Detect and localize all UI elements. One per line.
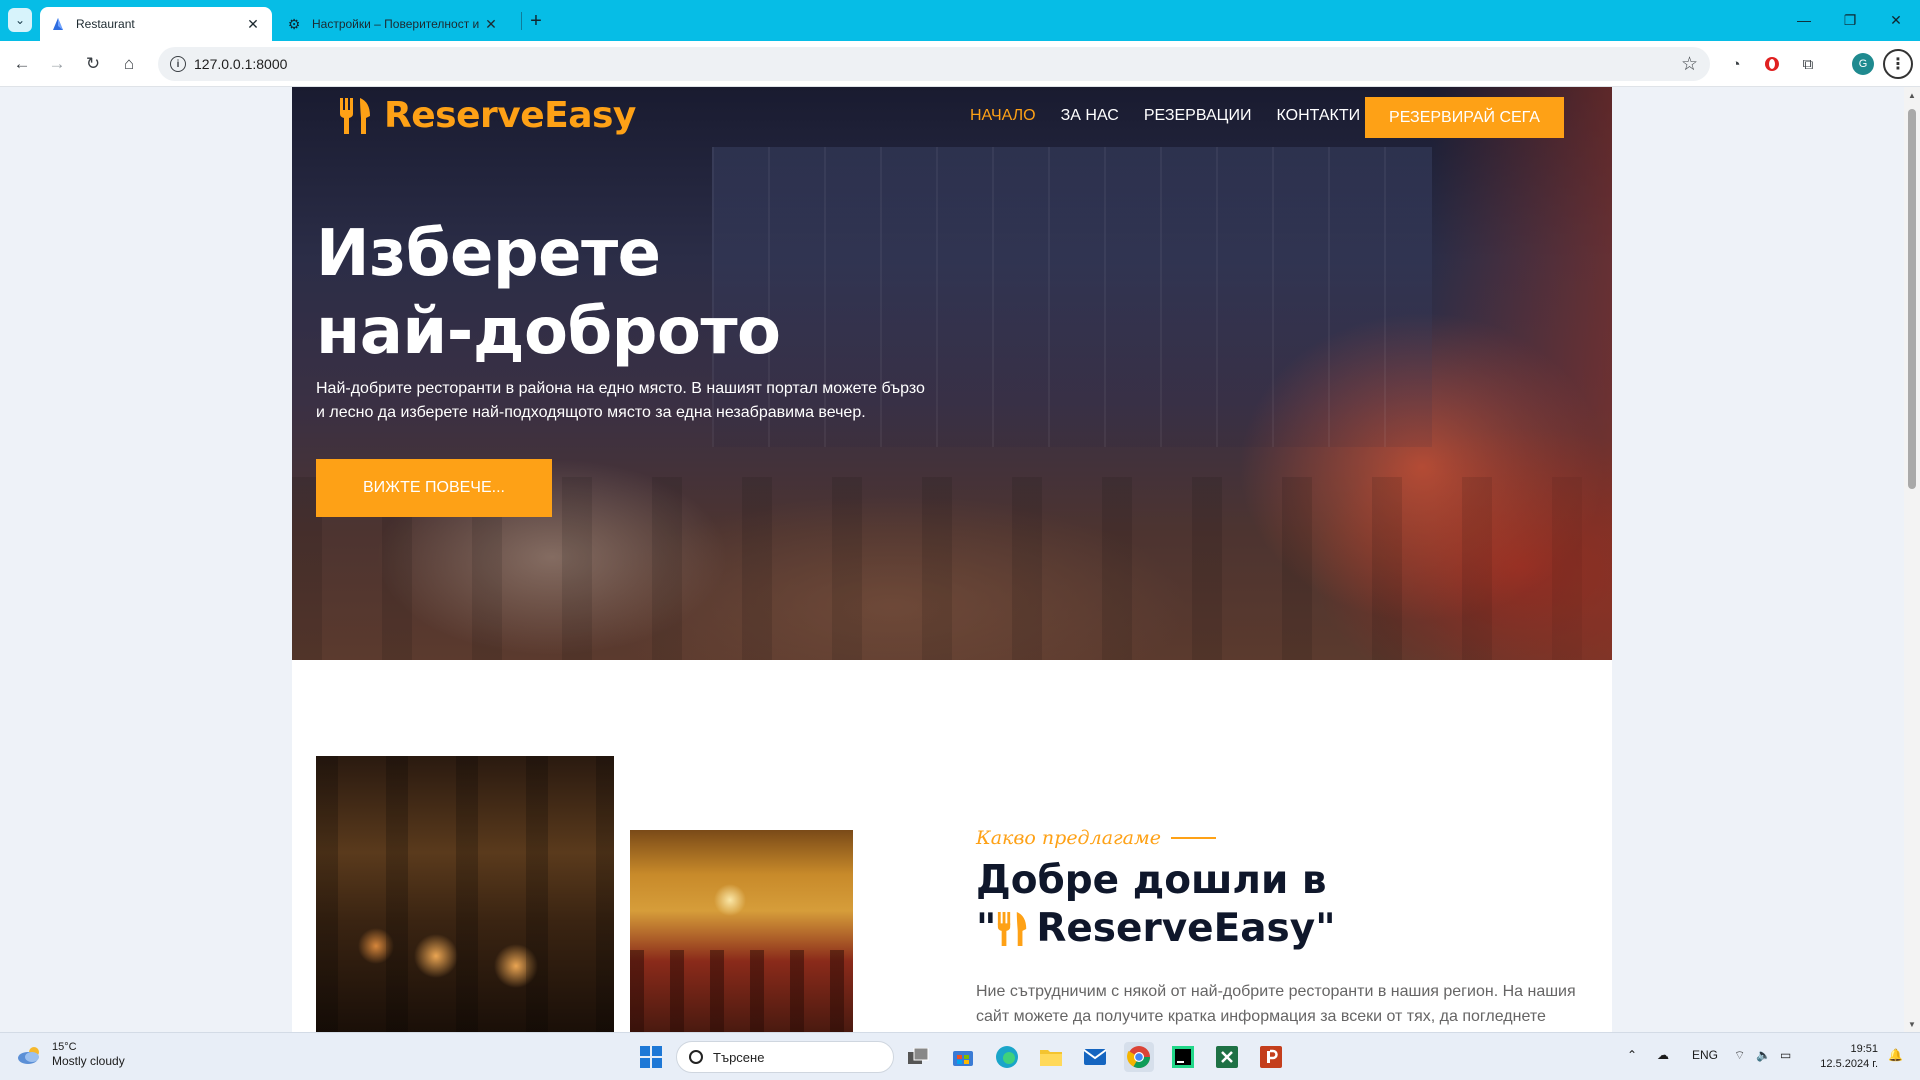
notifications-bell-icon[interactable]: 🔔 (1888, 1048, 1903, 1062)
excel-icon[interactable] (1212, 1042, 1242, 1072)
taskbar-clock[interactable]: 19:51 12.5.2024 г. (1808, 1042, 1878, 1072)
site-info-icon[interactable]: i (170, 56, 186, 72)
extension-shield-icon[interactable] (1760, 52, 1784, 76)
nav-home-link[interactable]: НАЧАЛО (970, 107, 1036, 125)
browser-tab-bar: ⌄ Restaurant ✕ ⚙ Настройки – Поверително… (0, 0, 1920, 41)
language-indicator[interactable]: ENG (1692, 1048, 1718, 1062)
weather-temperature: 15°C (52, 1041, 77, 1053)
mail-icon[interactable] (1080, 1042, 1110, 1072)
taskbar-search-placeholder: Търсене (713, 1049, 765, 1065)
tab-restaurant[interactable]: Restaurant ✕ (40, 7, 272, 41)
restore-icon[interactable]: ❐ (1840, 10, 1860, 30)
home-icon[interactable]: ⌂ (117, 52, 141, 76)
forward-icon[interactable]: → (45, 52, 69, 76)
wifi-icon[interactable]: ⌔ (1734, 1048, 1745, 1063)
scroll-down-icon[interactable]: ▼ (1907, 1019, 1917, 1029)
edge-browser-icon[interactable] (992, 1042, 1022, 1072)
weather-widget[interactable]: 15°C Mostly cloudy (16, 1041, 125, 1068)
windows-taskbar: 15°C Mostly cloudy Търсене ⌃ ☁ ENG ⌔ 🔈 ▭ (0, 1032, 1920, 1080)
new-tab-button[interactable]: + (524, 9, 548, 33)
site-logo[interactable]: ReserveEasy (338, 95, 636, 136)
nav-contacts-link[interactable]: КОНТАКТИ (1276, 107, 1360, 125)
chrome-icon[interactable] (1124, 1042, 1154, 1072)
tab-title: Настройки – Поверителност и (312, 17, 480, 31)
extensions-puzzle-icon[interactable]: ⧉ (1796, 52, 1820, 76)
windows-start-icon[interactable] (636, 1042, 666, 1072)
quote-open: " (976, 906, 997, 951)
page-viewport: ReserveEasy НАЧАЛО ЗА НАС РЕЗЕРВАЦИИ КОН… (0, 87, 1904, 1032)
back-icon[interactable]: ← (10, 52, 34, 76)
url-text: 127.0.0.1:8000 (194, 56, 288, 72)
tab-separator (521, 12, 522, 30)
close-tab-icon[interactable]: ✕ (244, 15, 262, 33)
cloudy-weather-icon (16, 1045, 44, 1065)
tab-search-menu-button[interactable]: ⌄ (8, 8, 32, 32)
about-title-line1: Добре дошли в (976, 858, 1327, 903)
hero-background-glow (1432, 87, 1612, 660)
search-icon (689, 1050, 703, 1064)
battery-icon[interactable]: ▭ (1780, 1048, 1791, 1062)
about-brand-name: ReserveEasy (1036, 906, 1316, 951)
volume-icon[interactable]: 🔈 (1756, 1048, 1771, 1062)
brand-name: ReserveEasy (384, 95, 636, 136)
taskbar-search[interactable]: Търсене (676, 1041, 894, 1073)
section-kicker: Какво предлагаме (976, 827, 1216, 849)
browser-menu-icon[interactable]: ⋮ (1883, 49, 1913, 79)
nav-reservations-link[interactable]: РЕЗЕРВАЦИИ (1144, 107, 1252, 125)
book-now-button[interactable]: РЕЗЕРВИРАЙ СЕГА (1365, 97, 1564, 138)
microsoft-store-icon[interactable] (948, 1042, 978, 1072)
restaurant-interior-image-2 (630, 830, 853, 1032)
scroll-up-icon[interactable]: ▲ (1907, 90, 1917, 100)
clock-date: 12.5.2024 г. (1820, 1058, 1878, 1070)
close-window-icon[interactable]: ✕ (1886, 10, 1906, 30)
site-favicon-icon (50, 16, 66, 32)
section-kicker-text: Какво предлагаме (976, 827, 1161, 849)
about-title: Добре дошли в " ReserveEasy " (976, 857, 1536, 953)
profile-avatar[interactable]: G (1852, 53, 1874, 75)
gear-icon: ⚙ (287, 15, 301, 32)
see-more-button[interactable]: ВИЖТЕ ПОВЕЧЕ... (316, 459, 552, 517)
powerpoint-icon[interactable] (1256, 1042, 1286, 1072)
performance-icon[interactable]: ◔ (1724, 52, 1748, 76)
clock-time: 19:51 (1850, 1043, 1878, 1055)
hero-title-line1: Изберете (316, 217, 661, 291)
hero-title-line2: най-доброто (316, 295, 781, 369)
main-nav: НАЧАЛО ЗА НАС РЕЗЕРВАЦИИ КОНТАКТИ (970, 107, 1385, 125)
onedrive-cloud-icon[interactable]: ☁ (1657, 1048, 1669, 1062)
show-hidden-icons[interactable]: ⌃ (1627, 1048, 1637, 1062)
hero-description: Най-добрите ресторанти в района на едно … (316, 380, 925, 421)
weather-description: Mostly cloudy (52, 1054, 125, 1068)
nav-about-link[interactable]: ЗА НАС (1061, 107, 1119, 125)
page-scrollbar[interactable]: ▲ ▼ (1904, 87, 1920, 1032)
about-title-brand: " ReserveEasy " (976, 905, 1336, 953)
minimize-icon[interactable]: — (1794, 10, 1814, 30)
kicker-divider (1170, 837, 1216, 839)
site-page: ReserveEasy НАЧАЛО ЗА НАС РЕЗЕРВАЦИИ КОН… (292, 87, 1612, 1032)
quote-close: " (1315, 906, 1336, 951)
hero-section: ReserveEasy НАЧАЛО ЗА НАС РЕЗЕРВАЦИИ КОН… (292, 87, 1612, 660)
tab-settings[interactable]: ⚙ Настройки – Поверителност и ✕ (276, 7, 510, 41)
about-description: Ние сътрудничим с някой от най-добрите р… (976, 983, 1576, 1025)
tab-title: Restaurant (76, 17, 135, 31)
reload-icon[interactable]: ↻ (81, 52, 105, 76)
close-tab-icon[interactable]: ✕ (482, 15, 500, 33)
file-explorer-icon[interactable] (1036, 1042, 1066, 1072)
utensils-icon (340, 97, 370, 134)
task-view-icon[interactable] (904, 1042, 934, 1072)
address-bar[interactable]: i 127.0.0.1:8000 ☆ (158, 47, 1710, 81)
utensils-icon (998, 912, 1027, 946)
browser-toolbar: ← → ↻ ⌂ i 127.0.0.1:8000 ☆ ◔ ⧉ G ⋮ (0, 41, 1920, 87)
restaurant-interior-image-1 (316, 756, 614, 1032)
bookmark-star-icon[interactable]: ☆ (1681, 53, 1698, 76)
hero-title: Изберете най-доброто (316, 215, 1016, 371)
scrollbar-thumb[interactable] (1908, 109, 1916, 489)
pycharm-icon[interactable] (1168, 1042, 1198, 1072)
